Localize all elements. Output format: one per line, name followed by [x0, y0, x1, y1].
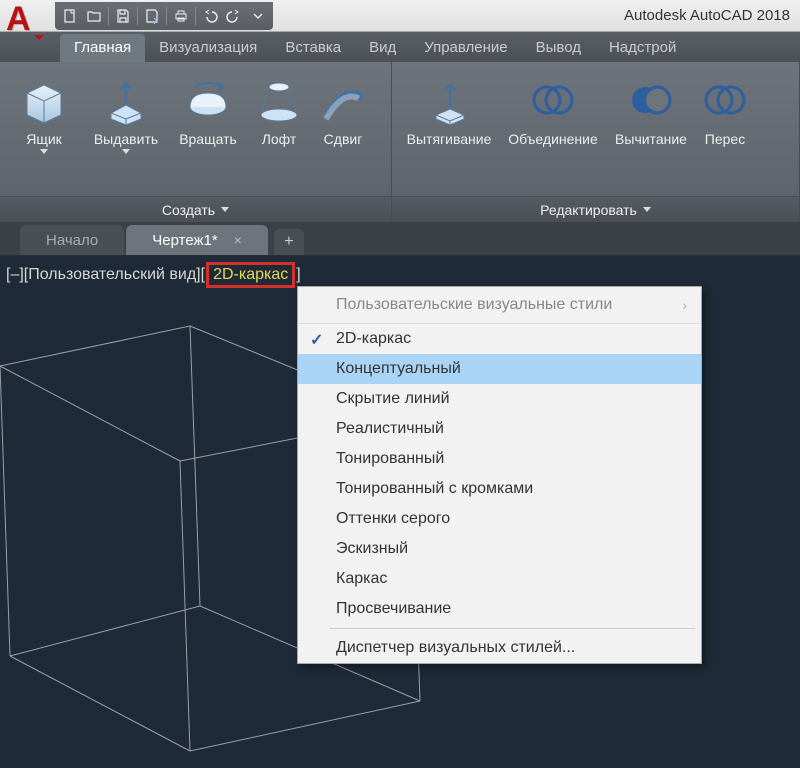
tool-intersect[interactable]: Перес: [700, 70, 750, 196]
tool-union[interactable]: Объединение: [504, 70, 602, 196]
chevron-down-icon: [40, 149, 48, 154]
presspull-icon: [423, 74, 475, 126]
menu-item-hidden[interactable]: Скрытие линий: [298, 384, 701, 414]
ribbon-tab-insert[interactable]: Вставка: [271, 34, 355, 62]
menu-item-grayscale[interactable]: Оттенки серого: [298, 504, 701, 534]
ribbon-tab-output[interactable]: Вывод: [522, 34, 595, 62]
viewport-style-label[interactable]: 2D-каркас: [206, 262, 295, 288]
viewport-toggle[interactable]: [–]: [6, 266, 24, 284]
menu-separator: [330, 628, 695, 629]
menu-item-realistic[interactable]: Реалистичный: [298, 414, 701, 444]
tool-label: Вычитание: [615, 132, 687, 147]
tool-label: Лофт: [262, 132, 297, 147]
menu-item-shaded-edges[interactable]: Тонированный с кромками: [298, 474, 701, 504]
undo-icon[interactable]: [199, 5, 221, 27]
tool-sweep[interactable]: Сдвиг: [314, 70, 372, 196]
loft-icon: [253, 74, 305, 126]
ribbon-tab-manage[interactable]: Управление: [410, 34, 521, 62]
app-title: Autodesk AutoCAD 2018: [624, 7, 800, 24]
redo-icon[interactable]: [223, 5, 245, 27]
panel-edit-title[interactable]: Редактировать: [392, 196, 799, 222]
tool-presspull[interactable]: Вытягивание: [400, 70, 498, 196]
menu-item-shaded[interactable]: Тонированный: [298, 444, 701, 474]
chevron-right-icon: ›: [682, 297, 687, 313]
union-icon: [527, 74, 579, 126]
menu-item-2d-wireframe[interactable]: 2D-каркас: [298, 324, 701, 354]
tool-label: Перес: [705, 132, 745, 147]
chevron-down-icon: [643, 207, 651, 212]
subtract-icon: [625, 74, 677, 126]
document-tabs: Начало Чертеж1* × +: [0, 222, 800, 256]
tab-label: Начало: [46, 232, 98, 249]
panel-create: Ящик Выдавить Вращать: [0, 62, 392, 222]
tool-extrude[interactable]: Выдавить: [86, 70, 166, 196]
tab-label: Чертеж1*: [152, 232, 217, 249]
ribbon-tab-visual[interactable]: Визуализация: [145, 34, 271, 62]
menu-item-sketchy[interactable]: Эскизный: [298, 534, 701, 564]
panel-create-title[interactable]: Создать: [0, 196, 391, 222]
viewport[interactable]: [–] [Пользовательский вид] [ 2D-каркас ]…: [0, 256, 800, 768]
extrude-icon: [100, 74, 152, 126]
save-icon[interactable]: [112, 5, 134, 27]
ribbon-tabs: Главная Визуализация Вставка Вид Управле…: [0, 32, 800, 62]
tool-box[interactable]: Ящик: [8, 70, 80, 196]
sweep-icon: [317, 74, 369, 126]
open-icon[interactable]: [83, 5, 105, 27]
menu-item-manager[interactable]: Диспетчер визуальных стилей...: [298, 633, 701, 663]
new-tab-button[interactable]: +: [274, 229, 304, 255]
ribbon-tab-view[interactable]: Вид: [355, 34, 410, 62]
separator: [195, 7, 196, 25]
ribbon-tab-addins[interactable]: Надстрой: [595, 34, 690, 62]
menu-header-label: Пользовательские визуальные стили: [336, 296, 612, 314]
tool-label: Выдавить: [94, 132, 158, 147]
print-icon[interactable]: [170, 5, 192, 27]
doc-tab-drawing[interactable]: Чертеж1* ×: [126, 225, 268, 255]
app-logo[interactable]: A: [0, 0, 48, 46]
box-icon: [18, 74, 70, 126]
separator: [108, 7, 109, 25]
tool-revolve[interactable]: Вращать: [172, 70, 244, 196]
menu-item-wireframe[interactable]: Каркас: [298, 564, 701, 594]
menu-item-xray[interactable]: Просвечивание: [298, 594, 701, 624]
ribbon-tab-main[interactable]: Главная: [60, 34, 145, 62]
separator: [137, 7, 138, 25]
menu-header[interactable]: Пользовательские визуальные стили ›: [298, 287, 701, 324]
qat-dropdown-icon[interactable]: [247, 5, 269, 27]
revolve-icon: [182, 74, 234, 126]
new-icon[interactable]: [59, 5, 81, 27]
chevron-down-icon: [122, 149, 130, 154]
title-bar: A Autodesk AutoCAD 2018: [0, 0, 800, 32]
tool-subtract[interactable]: Вычитание: [608, 70, 694, 196]
bracket-open: [: [201, 266, 205, 284]
viewport-controls: [–] [Пользовательский вид] [ 2D-каркас ]: [6, 262, 301, 288]
quick-access-toolbar: [55, 2, 273, 30]
panel-title-label: Создать: [162, 202, 215, 218]
doc-tab-start[interactable]: Начало: [20, 225, 124, 255]
panel-edit: Вытягивание Объединение Вычитание Перес: [392, 62, 800, 222]
menu-item-conceptual[interactable]: Концептуальный: [298, 354, 701, 384]
close-icon[interactable]: ×: [234, 232, 242, 248]
tool-label: Ящик: [26, 132, 62, 147]
visual-style-menu: Пользовательские визуальные стили › 2D-к…: [297, 286, 702, 664]
chevron-down-icon: [221, 207, 229, 212]
tool-label: Вращать: [179, 132, 237, 147]
tool-loft[interactable]: Лофт: [250, 70, 308, 196]
panel-title-label: Редактировать: [540, 202, 637, 218]
separator: [166, 7, 167, 25]
intersect-icon: [699, 74, 751, 126]
tool-label: Объединение: [508, 132, 598, 147]
tool-label: Сдвиг: [324, 132, 363, 147]
tool-label: Вытягивание: [407, 132, 492, 147]
viewport-view-label[interactable]: [Пользовательский вид]: [24, 266, 201, 284]
bracket-close: ]: [296, 266, 300, 284]
ribbon: Ящик Выдавить Вращать: [0, 62, 800, 222]
saveas-icon[interactable]: [141, 5, 163, 27]
